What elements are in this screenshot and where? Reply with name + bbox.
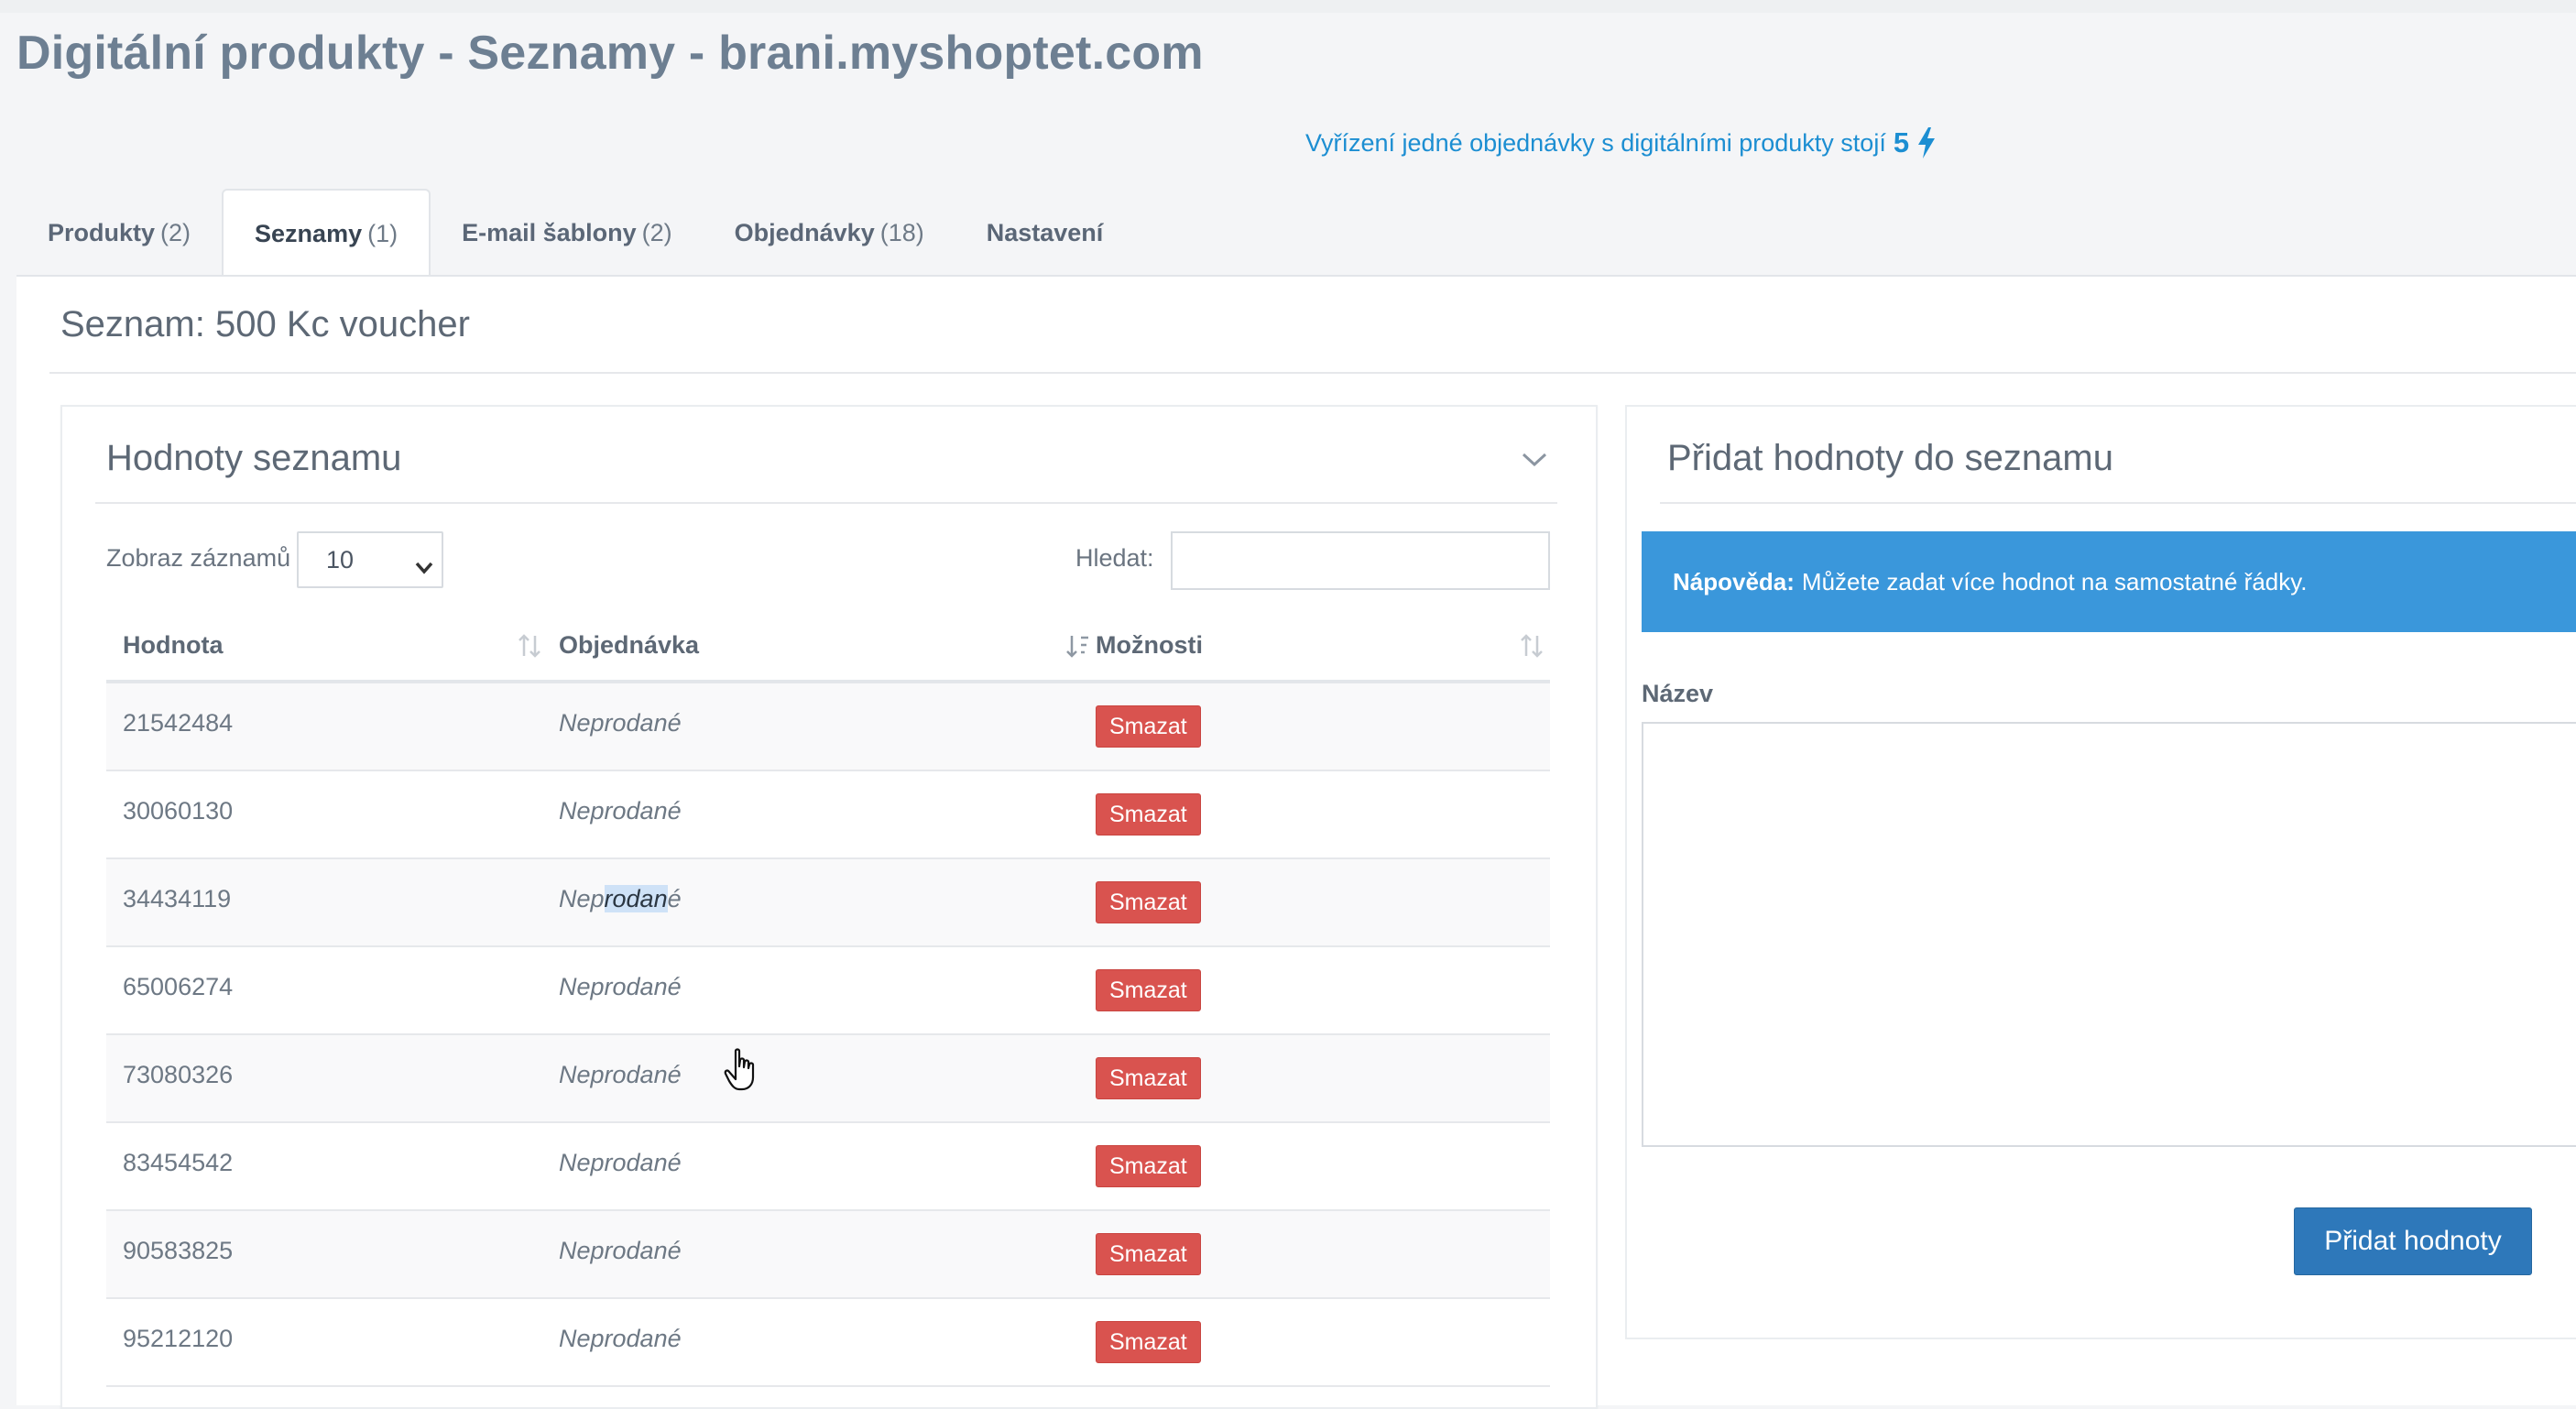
hand-cursor-icon bbox=[724, 1048, 760, 1092]
cell-value: 34434119 bbox=[123, 885, 232, 912]
tab-objednavky[interactable]: Objednávky (18) bbox=[704, 189, 955, 277]
hint-label: Nápověda: bbox=[1673, 567, 1795, 595]
cell-order-status: Neprodané bbox=[559, 1061, 682, 1088]
tab-count: (1) bbox=[367, 219, 398, 247]
column-header-label: Možnosti bbox=[1096, 630, 1203, 659]
delete-button[interactable]: Smazat bbox=[1096, 1233, 1201, 1275]
delete-button[interactable]: Smazat bbox=[1096, 705, 1201, 748]
chevron-down-icon[interactable] bbox=[1521, 451, 1548, 469]
status-text-before: Nep bbox=[559, 885, 605, 912]
credit-note-text: Vyřízení jedné objednávky s digitálními … bbox=[1305, 128, 1886, 157]
card-title: Přidat hodnoty do seznamu bbox=[1667, 438, 2113, 478]
tab-label: Objednávky bbox=[734, 218, 875, 246]
table-row: 30060130 Neprodané Smazat bbox=[106, 771, 1550, 859]
table-row: 83454542 Neprodané Smazat bbox=[106, 1123, 1550, 1211]
column-header-moznosti[interactable]: Možnosti bbox=[1096, 610, 1550, 680]
cell-value: 30060130 bbox=[123, 797, 234, 825]
cell-order-status: Neprodané bbox=[559, 709, 682, 737]
cell-order-status: Neprodané bbox=[559, 1325, 682, 1352]
credit-note: Vyřízení jedné objednávky s digitálními … bbox=[1305, 126, 1937, 159]
cell-value: 73080326 bbox=[123, 1061, 234, 1088]
delete-button[interactable]: Smazat bbox=[1096, 1321, 1201, 1363]
search-input[interactable] bbox=[1171, 531, 1550, 590]
hint-box: Nápověda: Můžete zadat více hodnot na sa… bbox=[1642, 531, 2576, 632]
column-header-label: Objednávka bbox=[559, 630, 700, 659]
cell-value: 90583825 bbox=[123, 1237, 234, 1264]
column-header-objednavka[interactable]: Objednávka bbox=[559, 610, 1096, 680]
tab-label: Seznamy bbox=[255, 219, 363, 247]
status-text-after: é bbox=[667, 885, 682, 912]
page-length-value: 10 bbox=[326, 545, 355, 573]
table-row: 34434119 Neprodané Smazat bbox=[106, 859, 1550, 947]
search-label: Hledat: bbox=[1075, 544, 1154, 572]
cell-value: 95212120 bbox=[123, 1325, 234, 1352]
sort-both-icon bbox=[1519, 632, 1546, 660]
list-heading: Seznam: 500 Kc voucher bbox=[60, 304, 470, 344]
column-header-label: Hodnota bbox=[123, 630, 224, 659]
lightning-bolt-icon bbox=[1916, 127, 1937, 158]
list-values-card: Hodnoty seznamu Zobraz záznamů 10 Hledat… bbox=[60, 405, 1598, 1409]
add-values-button[interactable]: Přidat hodnoty bbox=[2294, 1207, 2532, 1275]
tab-email-sablony[interactable]: E-mail šablony (2) bbox=[431, 189, 704, 277]
tab-label: Produkty bbox=[48, 218, 156, 246]
card-title: Hodnoty seznamu bbox=[106, 438, 402, 478]
cell-order-status: Neprodané bbox=[559, 885, 682, 913]
delete-button[interactable]: Smazat bbox=[1096, 793, 1201, 836]
table-row: 95212120 Neprodané Smazat bbox=[106, 1299, 1550, 1387]
delete-button[interactable]: Smazat bbox=[1096, 969, 1201, 1011]
tab-nastaveni[interactable]: Nastavení bbox=[955, 189, 1135, 277]
tab-label: E-mail šablony bbox=[462, 218, 637, 246]
table-header: Hodnota Objednávka Možnosti bbox=[106, 610, 1550, 683]
tab-count: (2) bbox=[160, 218, 191, 246]
tab-count: (2) bbox=[641, 218, 672, 246]
tab-count: (18) bbox=[879, 218, 924, 246]
delete-button[interactable]: Smazat bbox=[1096, 1057, 1201, 1099]
delete-button[interactable]: Smazat bbox=[1096, 1145, 1201, 1187]
selected-text: rodan bbox=[604, 885, 668, 912]
values-textarea[interactable] bbox=[1642, 722, 2576, 1147]
divider bbox=[1660, 502, 2576, 504]
caret-down-icon bbox=[414, 553, 434, 574]
credit-amount: 5 bbox=[1893, 126, 1910, 158]
cell-value: 65006274 bbox=[123, 973, 234, 1000]
delete-button[interactable]: Smazat bbox=[1096, 881, 1201, 923]
cell-order-status: Neprodané bbox=[559, 797, 682, 825]
page-length-select[interactable]: 10 bbox=[297, 531, 443, 588]
divider bbox=[49, 372, 2576, 374]
table-row: 21542484 Neprodané Smazat bbox=[106, 683, 1550, 771]
sort-both-icon bbox=[517, 632, 544, 660]
table-row: 73080326 Neprodané Smazat bbox=[106, 1035, 1550, 1123]
tab-seznamy[interactable]: Seznamy (1) bbox=[222, 189, 431, 277]
cell-order-status: Neprodané bbox=[559, 1149, 682, 1176]
tab-bar: Produkty (2) Seznamy (1) E-mail šablony … bbox=[16, 189, 1134, 277]
cell-order-status: Neprodané bbox=[559, 1237, 682, 1264]
column-header-hodnota[interactable]: Hodnota bbox=[123, 610, 544, 680]
top-strip bbox=[0, 0, 2576, 13]
name-label: Název bbox=[1642, 680, 1714, 707]
page-length-label: Zobraz záznamů bbox=[106, 544, 291, 572]
cell-value: 83454542 bbox=[123, 1149, 234, 1176]
page-title: Digitální produkty - Seznamy - brani.mys… bbox=[16, 27, 1204, 80]
add-values-card: Přidat hodnoty do seznamu Nápověda: Může… bbox=[1625, 405, 2576, 1339]
tab-produkty[interactable]: Produkty (2) bbox=[16, 189, 222, 277]
main-panel: Seznam: 500 Kc voucher Hodnoty seznamu Z… bbox=[16, 275, 2576, 1409]
sort-ascending-icon bbox=[1064, 632, 1092, 660]
table-row: 65006274 Neprodané Smazat bbox=[106, 947, 1550, 1035]
cell-order-status: Neprodané bbox=[559, 973, 682, 1000]
tab-label: Nastavení bbox=[986, 218, 1104, 246]
table-row: 90583825 Neprodané Smazat bbox=[106, 1211, 1550, 1299]
hint-text: Můžete zadat více hodnot na samostatné ř… bbox=[1801, 567, 2308, 595]
cell-value: 21542484 bbox=[123, 709, 234, 737]
divider bbox=[95, 502, 1557, 504]
table-body: 21542484 Neprodané Smazat 30060130 Nepro… bbox=[106, 683, 1550, 1387]
